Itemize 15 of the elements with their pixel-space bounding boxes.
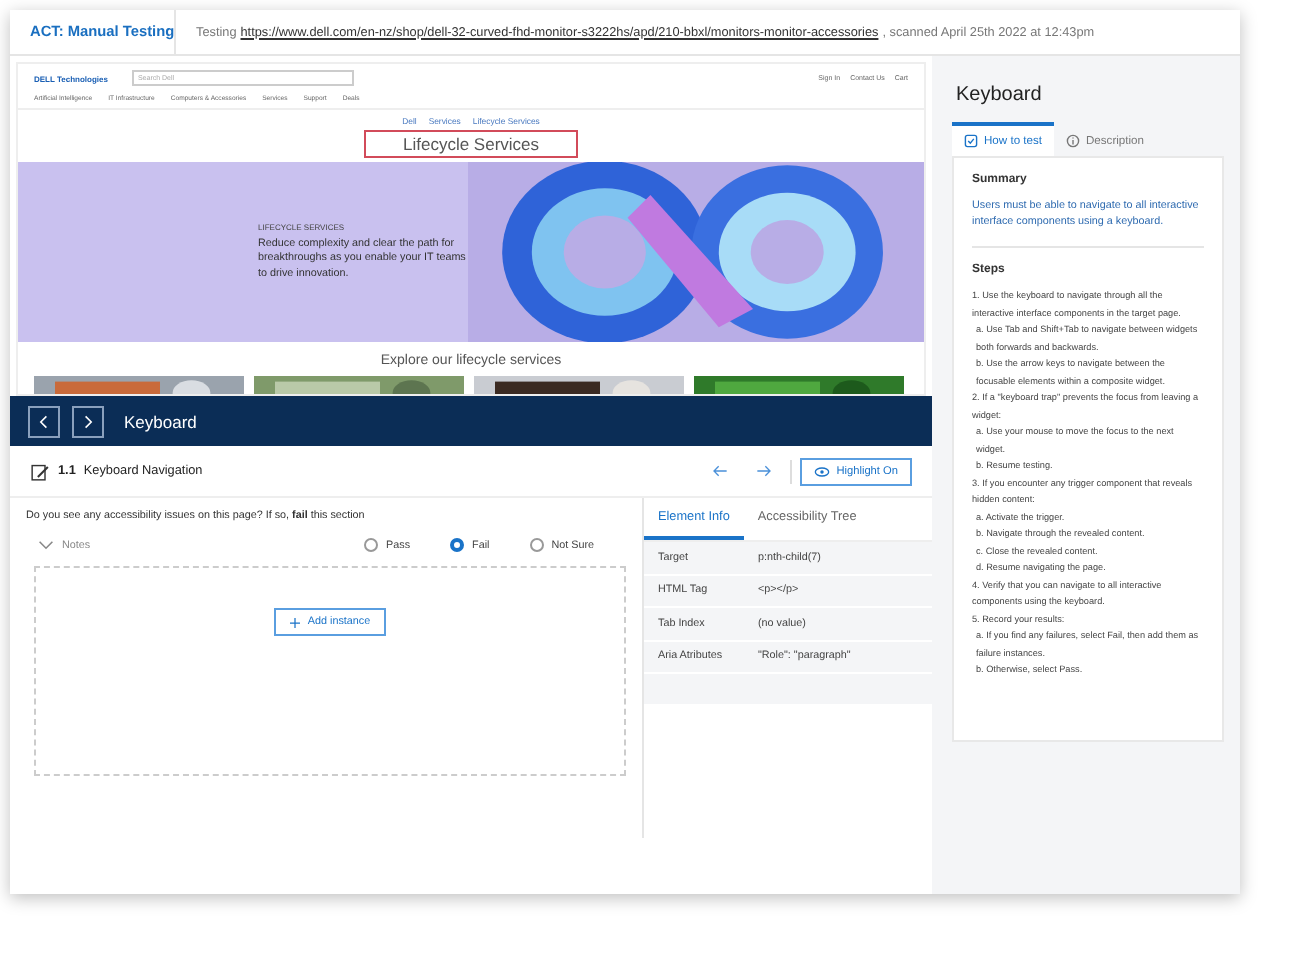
test-title: Keyboard bbox=[124, 411, 197, 431]
edit-note-icon bbox=[30, 461, 50, 481]
guide-title: Keyboard bbox=[954, 82, 1044, 110]
chevron-right-icon bbox=[80, 413, 96, 429]
info-icon bbox=[1066, 134, 1080, 148]
previous-button[interactable] bbox=[28, 405, 60, 437]
plus-icon bbox=[289, 617, 300, 627]
eye-icon bbox=[814, 465, 831, 477]
arrow-right-icon[interactable] bbox=[756, 464, 773, 478]
chevron-down-icon bbox=[38, 540, 54, 550]
page-title: Lifecycle Services bbox=[364, 130, 578, 158]
next-button[interactable] bbox=[72, 405, 104, 437]
checklist-icon bbox=[964, 134, 978, 148]
arrow-left-icon[interactable] bbox=[712, 464, 729, 478]
chevron-left-icon bbox=[36, 413, 52, 429]
